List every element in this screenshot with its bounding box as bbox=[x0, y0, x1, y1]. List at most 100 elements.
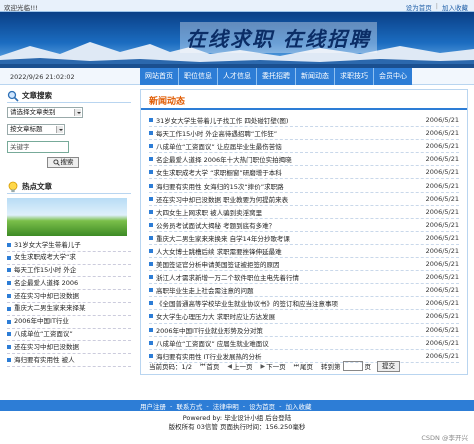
hot-article-item[interactable]: 还在实习中却已没数据 bbox=[7, 341, 131, 355]
news-title[interactable]: 浙江人才需求新增一万二个软件职位主电先着行情 bbox=[156, 272, 411, 282]
hot-article-item[interactable]: 每天工作15小时 外企 bbox=[7, 265, 131, 278]
prev-page-button[interactable]: ◀ 上一页 bbox=[227, 361, 253, 372]
bullet-icon bbox=[7, 306, 11, 311]
bullet-icon bbox=[149, 340, 153, 345]
hot-articles-title: 热点文章 bbox=[22, 182, 52, 191]
news-title[interactable]: 人大女博士跳槽后续 求职需要挫锋伸延最难 bbox=[156, 246, 411, 256]
hot-articles-list: 31岁女大学生带着儿子 女生求职成考大学“求 每天工作15小时 外企 名企最爱人… bbox=[7, 239, 131, 367]
footer-link-legal[interactable]: 法律申明 bbox=[213, 401, 239, 411]
hot-article-title: 2006年中国IT行业 bbox=[14, 317, 69, 326]
news-row[interactable]: 女生求职成考大学 “求职橱窗”研磨增于本科 2006/5/21 bbox=[149, 166, 459, 180]
search-button[interactable]: 搜索 bbox=[47, 157, 79, 168]
footer-link-register[interactable]: 用户注册 bbox=[140, 401, 166, 411]
submit-button[interactable]: 提交 bbox=[377, 360, 401, 372]
hot-article-item[interactable]: 八成单位“工资面议” bbox=[7, 329, 131, 342]
bullet-icon bbox=[7, 242, 11, 247]
grassland-image bbox=[7, 198, 127, 236]
last-page-icon: ⏭ bbox=[293, 362, 300, 369]
page-number-input[interactable] bbox=[342, 361, 363, 371]
news-title[interactable]: 八成单位“工资面议” 应届生就业难面议 bbox=[156, 338, 411, 348]
news-row[interactable]: 八成单位“工资面议” 让应届毕业生最伤苦恼 2006/5/21 bbox=[149, 140, 459, 154]
news-title[interactable]: 名企最爱人道择 2006年十大热门职位实拍揭晓 bbox=[156, 154, 411, 164]
news-title[interactable]: 女大学生心理压力大 求职时应让方达发展 bbox=[156, 311, 411, 321]
news-row[interactable]: 2006年中国IT行业就业形势及分对策 2006/5/21 bbox=[149, 324, 459, 337]
nav-member[interactable]: 会员中心 bbox=[373, 68, 412, 85]
news-title[interactable]: 海归要有实用性 女海归的15次“摔价”求职路 bbox=[156, 181, 411, 191]
footer-nav: 用户注册 - 联系方式 - 法律申明 - 设为首页 - 加入收藏 bbox=[0, 400, 474, 411]
nav-talents[interactable]: 人才信息 bbox=[217, 68, 256, 85]
hot-article-item[interactable]: 2006年中国IT行业 bbox=[7, 316, 131, 329]
news-title[interactable]: 2006年中国IT行业就业形势及分对策 bbox=[156, 325, 411, 335]
nav-tips[interactable]: 求职技巧 bbox=[334, 68, 373, 85]
news-row[interactable]: 名企最爱人道择 2006年十大热门职位实拍揭晓 2006/5/21 bbox=[149, 153, 459, 167]
news-row[interactable]: 人大女博士跳槽后续 求职需要挫锋伸延最难 2006/5/21 bbox=[149, 245, 459, 259]
news-date: 2006/5/21 bbox=[425, 233, 459, 242]
news-title[interactable]: 高职毕业生走上社会需注意的问题 bbox=[156, 285, 411, 295]
nav-home[interactable]: 网站首页 bbox=[140, 68, 178, 85]
footer-link-contact[interactable]: 联系方式 bbox=[176, 401, 202, 411]
footer-link-favorite[interactable]: 加入收藏 bbox=[285, 401, 311, 411]
tab-news[interactable]: 新闻动态 bbox=[149, 94, 185, 107]
bullet-icon bbox=[149, 131, 153, 136]
sidebar: 文章搜索 请选择文章类别 按文章标题 关键字 搜索 热点文章 31岁女大学生带着… bbox=[7, 89, 131, 397]
news-row[interactable]: 浙江人才需求新增一万二个软件职位主电先着行情 2006/5/21 bbox=[149, 271, 459, 285]
current-datetime: 2022/9/26 21:02:02 bbox=[10, 73, 75, 81]
hot-article-item[interactable]: 还在实习中却已没数据 bbox=[7, 290, 131, 303]
next-page-button[interactable]: ▶ 下一页 bbox=[261, 361, 286, 372]
news-row[interactable]: 还在实习中却已没数据 职业教要为何提前来表 2006/5/21 bbox=[149, 193, 459, 206]
bullet-icon bbox=[7, 358, 11, 363]
news-title[interactable]: 八成单位“工资面议” 让应届毕业生最伤苦恼 bbox=[156, 141, 411, 151]
nav-news[interactable]: 新闻动态 bbox=[295, 68, 334, 85]
news-row[interactable]: 海归要有实用性 女海归的15次“摔价”求职路 2006/5/21 bbox=[149, 179, 459, 193]
add-favorite-link[interactable]: 加入收藏 bbox=[442, 2, 468, 12]
last-page-button[interactable]: ⏭ 尾页 bbox=[294, 361, 313, 371]
header-banner: 在线求职 在线招聘 bbox=[0, 12, 474, 68]
news-title[interactable]: 重庆大二男生家来来换来 自学14年分抄歌考课 bbox=[156, 233, 411, 243]
field-select[interactable]: 按文章标题 bbox=[7, 124, 65, 135]
hot-article-item[interactable]: 海归要有实用性 被人 bbox=[7, 354, 131, 367]
news-title[interactable]: 每天工作15小时 外企高待遇招聘“工作狂” bbox=[156, 128, 411, 138]
hot-article-item[interactable]: 重庆大二男生家来来择某 bbox=[7, 303, 131, 316]
news-title[interactable]: 女生求职成考大学 “求职橱窗”研磨增于本科 bbox=[156, 167, 411, 177]
news-title[interactable]: 还在实习中却已没数据 职业教要为何提前来表 bbox=[156, 194, 411, 204]
hot-article-item[interactable]: 女生求职成考大学“求 bbox=[7, 252, 131, 265]
magnifier-icon bbox=[7, 90, 19, 102]
nav-jobs[interactable]: 职位信息 bbox=[178, 68, 217, 85]
hot-article-item[interactable]: 名企最爱人道择 2006 bbox=[7, 277, 131, 291]
category-select[interactable]: 请选择文章类别 bbox=[7, 107, 83, 118]
first-page-button[interactable]: ⏮ 首页 bbox=[200, 361, 219, 371]
news-date: 2006/5/21 bbox=[425, 338, 459, 347]
article-search-header: 文章搜索 bbox=[7, 89, 131, 103]
news-row[interactable]: 公务员考试面试大揭秘 考题到底有多难？ 2006/5/21 bbox=[149, 219, 459, 232]
nav-entrust[interactable]: 委托招聘 bbox=[256, 68, 295, 85]
hot-article-item[interactable]: 31岁女大学生带着儿子 bbox=[7, 239, 131, 252]
news-date: 2006/5/21 bbox=[425, 194, 459, 203]
news-row[interactable]: 31岁女大学生带着儿子找工作 四处碰钉壁(图) 2006/5/21 bbox=[149, 114, 459, 128]
hot-article-title: 名企最爱人道择 2006 bbox=[14, 278, 79, 287]
news-date: 2006/5/21 bbox=[425, 273, 459, 282]
news-title[interactable]: 美国签证官分析申请美国签证被拒签的原因 bbox=[156, 259, 411, 269]
hot-article-title: 还在实习中却已没数据 bbox=[14, 291, 79, 300]
news-row[interactable]: 女大学生心理压力大 求职时应让方达发展 2006/5/21 bbox=[149, 310, 459, 324]
news-row[interactable]: 每天工作15小时 外企高待遇招聘“工作狂” 2006/5/21 bbox=[149, 127, 459, 141]
news-title[interactable]: 大四女生上网求职 被人骗到卖淫窝里 bbox=[156, 207, 411, 217]
news-title[interactable]: 31岁女大学生带着儿子找工作 四处碰钉壁(图) bbox=[156, 115, 411, 125]
news-row[interactable]: 高职毕业生走上社会需注意的问题 2006/5/21 bbox=[149, 284, 459, 298]
news-row[interactable]: 重庆大二男生家来来换来 自学14年分抄歌考课 2006/5/21 bbox=[149, 232, 459, 245]
news-date: 2006/5/21 bbox=[425, 246, 459, 255]
keyword-input[interactable]: 关键字 bbox=[7, 141, 69, 153]
link-separator: - bbox=[206, 401, 209, 410]
link-separator: | bbox=[435, 2, 438, 10]
news-row[interactable]: 大四女生上网求职 被人骗到卖淫窝里 2006/5/21 bbox=[149, 206, 459, 219]
bullet-icon bbox=[149, 262, 153, 267]
set-home-link[interactable]: 设为首页 bbox=[406, 2, 432, 12]
lightbulb-icon bbox=[8, 181, 18, 192]
prev-page-label: 上一页 bbox=[233, 363, 253, 371]
news-title[interactable]: 《全国普通高等学校毕业生就业协议书》的签订和应当注意事项 bbox=[156, 298, 411, 308]
news-title[interactable]: 公务员考试面试大揭秘 考题到底有多难？ bbox=[156, 220, 411, 230]
news-row[interactable]: 八成单位“工资面议” 应届生就业难面议 2006/5/21 bbox=[149, 337, 459, 350]
footer-link-set-home[interactable]: 设为首页 bbox=[249, 401, 275, 411]
news-row[interactable]: 美国签证官分析申请美国签证被拒签的原因 2006/5/21 bbox=[149, 258, 459, 272]
bullet-icon bbox=[7, 281, 11, 286]
news-row[interactable]: 《全国普通高等学校毕业生就业协议书》的签订和应当注意事项 2006/5/21 bbox=[149, 297, 459, 311]
